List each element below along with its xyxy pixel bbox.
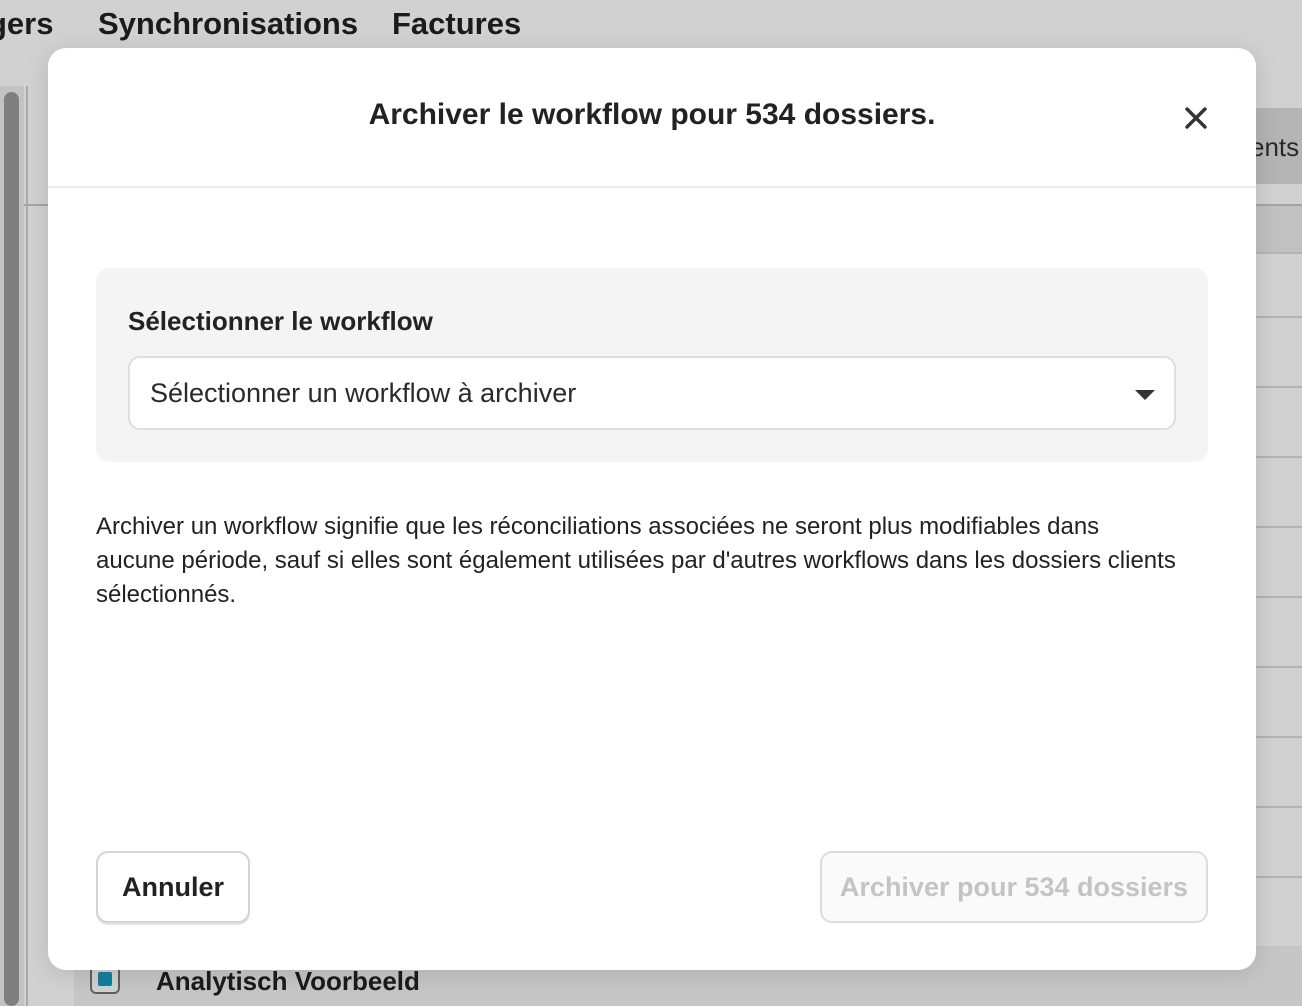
- caret-down-icon: [1135, 390, 1155, 400]
- workflow-select-label: Sélectionner le workflow: [128, 306, 433, 336]
- archive-description: Archiver un workflow signifie que les ré…: [96, 513, 1176, 608]
- archive-button[interactable]: Archiver pour 534 dossiers: [820, 851, 1208, 923]
- dialog-header: Archiver le workflow pour 534 dossiers.: [48, 48, 1256, 188]
- close-button[interactable]: [1176, 98, 1216, 138]
- cancel-button[interactable]: Annuler: [96, 851, 250, 923]
- dialog-title: Archiver le workflow pour 534 dossiers.: [368, 98, 936, 131]
- close-icon: [1185, 107, 1207, 129]
- workflow-select[interactable]: Sélectionner un workflow à archiver: [128, 356, 1176, 430]
- archive-workflow-dialog: Archiver le workflow pour 534 dossiers. …: [48, 48, 1256, 970]
- workflow-select-section: Sélectionner le workflow Sélectionner un…: [96, 268, 1208, 462]
- workflow-select-placeholder: Sélectionner un workflow à archiver: [150, 378, 577, 408]
